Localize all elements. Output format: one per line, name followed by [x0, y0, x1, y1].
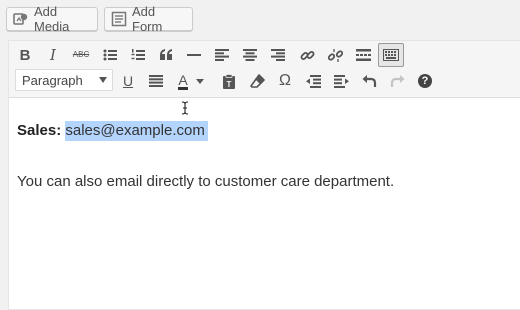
redo-button: [384, 69, 410, 93]
link-icon: [300, 50, 314, 60]
add-media-label: Add Media: [34, 4, 70, 34]
indent-icon: [333, 74, 349, 88]
horizontal-line-button[interactable]: [181, 43, 207, 67]
outdent-button[interactable]: [300, 69, 326, 93]
text-color-icon: A: [178, 71, 188, 90]
sales-email-selected[interactable]: sales@example.com: [65, 121, 208, 141]
horizontal-line-icon: [187, 54, 201, 56]
sales-label: Sales:: [17, 122, 62, 139]
format-select-value: Paragraph: [22, 72, 83, 88]
help-icon: ?: [418, 74, 432, 88]
bold-icon: B: [19, 46, 31, 64]
bullet-list-button[interactable]: [97, 43, 123, 67]
redo-icon: [390, 75, 404, 87]
editor-frame: B I ABC Paragraph U A T Ω ? Sales: sales…: [8, 40, 520, 310]
bullet-list-icon: [103, 49, 117, 61]
read-more-button[interactable]: [350, 43, 376, 67]
undo-icon: [362, 75, 376, 87]
keyboard-icon: [383, 49, 399, 61]
bold-button[interactable]: B: [12, 43, 38, 67]
svg-text:T: T: [227, 80, 232, 89]
align-center-icon: [243, 49, 257, 61]
strikethrough-icon: ABC: [72, 50, 90, 59]
strikethrough-button[interactable]: ABC: [68, 43, 94, 67]
read-more-icon: [355, 49, 371, 61]
editor-toolbar: B I ABC Paragraph U A T Ω ?: [9, 41, 520, 98]
insert-link-button[interactable]: [294, 43, 320, 67]
outdent-icon: [305, 74, 321, 88]
add-media-icon: [13, 11, 29, 27]
numbered-list-button[interactable]: [125, 43, 151, 67]
add-form-button[interactable]: Add Form: [104, 4, 193, 34]
align-left-icon: [215, 49, 229, 61]
eraser-icon: [249, 73, 265, 88]
underline-button[interactable]: U: [115, 69, 141, 93]
sales-line: Sales: sales@example.com: [17, 121, 208, 141]
toolbar-toggle-button[interactable]: [378, 43, 404, 67]
align-right-icon: [271, 49, 285, 61]
justify-button[interactable]: [143, 69, 169, 93]
special-character-button[interactable]: Ω: [272, 69, 298, 93]
unlink-icon: [327, 48, 343, 62]
justify-icon: [149, 75, 163, 87]
align-left-button[interactable]: [209, 43, 235, 67]
blockquote-button[interactable]: [153, 43, 179, 67]
text-cursor-icon: [181, 101, 189, 115]
chevron-down-icon: [99, 77, 107, 83]
clear-formatting-button[interactable]: [244, 69, 270, 93]
text-color-button[interactable]: A: [171, 69, 211, 93]
caret-down-icon: [195, 78, 204, 84]
remove-link-button[interactable]: [322, 43, 348, 67]
add-media-button[interactable]: Add Media: [6, 4, 98, 34]
editor-content[interactable]: Sales: sales@example.com You can also em…: [9, 98, 520, 309]
form-icon: [111, 11, 127, 27]
underline-icon: U: [122, 73, 134, 89]
add-form-label: Add Form: [132, 4, 163, 34]
undo-button[interactable]: [356, 69, 382, 93]
quote-icon: [160, 49, 172, 60]
help-button[interactable]: ?: [412, 69, 438, 93]
align-center-button[interactable]: [237, 43, 263, 67]
omega-icon: Ω: [279, 72, 291, 89]
italic-icon: I: [50, 45, 56, 64]
clipboard-icon: T: [223, 73, 235, 89]
body-text: You can also email directly to customer …: [17, 173, 395, 190]
media-buttons-bar: Add Media Add Form: [0, 0, 520, 38]
paste-as-text-button[interactable]: T: [216, 69, 242, 93]
italic-button[interactable]: I: [40, 43, 66, 67]
indent-button[interactable]: [328, 69, 354, 93]
align-right-button[interactable]: [265, 43, 291, 67]
format-select[interactable]: Paragraph: [15, 69, 113, 91]
numbered-list-icon: [131, 49, 145, 60]
